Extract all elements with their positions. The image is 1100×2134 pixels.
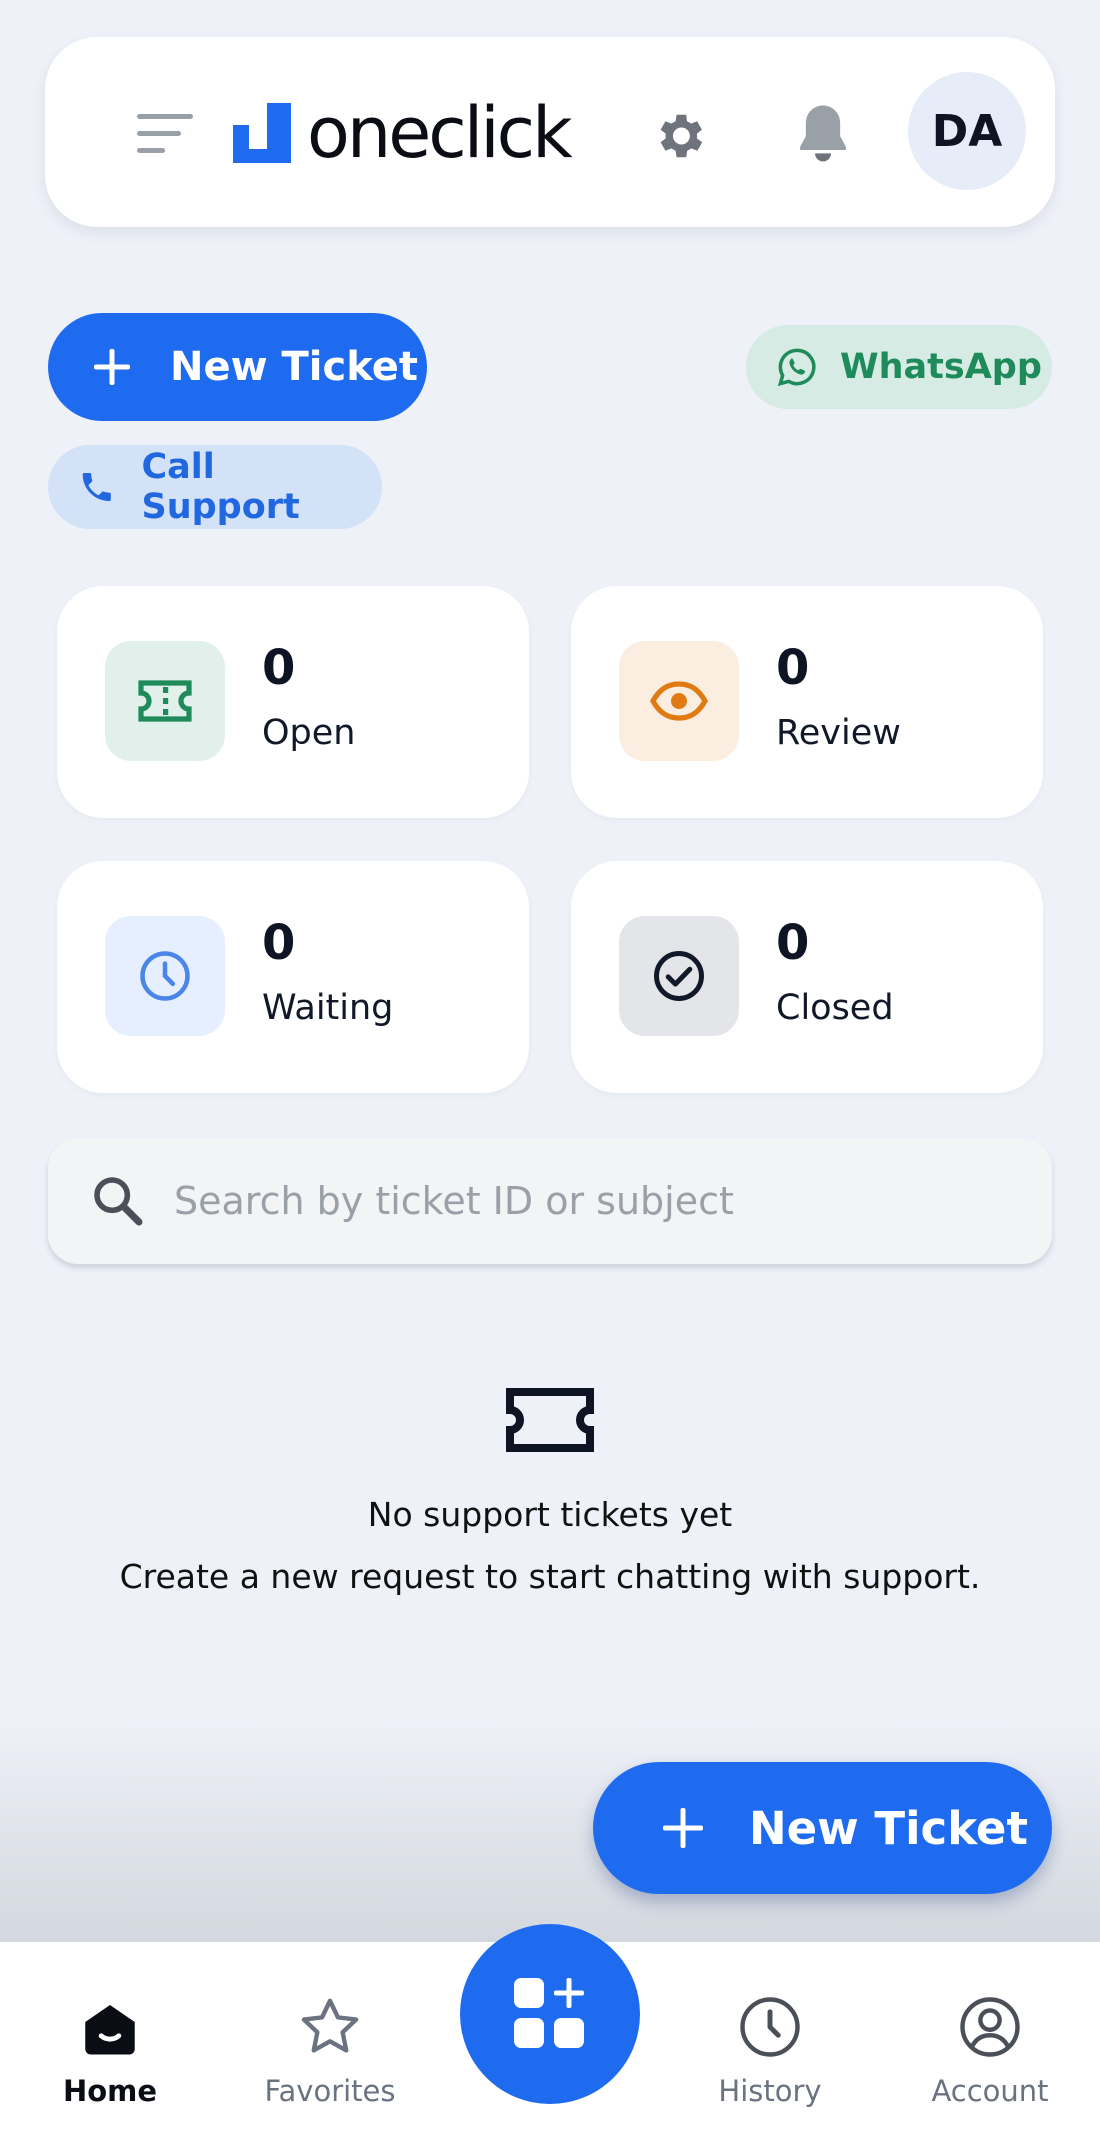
eye-icon — [650, 681, 708, 721]
stat-count-closed: 0 — [776, 915, 810, 971]
whatsapp-icon — [777, 348, 816, 387]
center-action-button[interactable] — [460, 1924, 640, 2104]
phone-icon — [82, 472, 111, 502]
account-icon — [960, 1997, 1020, 2057]
nav-history-label: History — [718, 2074, 822, 2108]
stat-icon-box — [105, 916, 225, 1036]
stat-card-closed[interactable]: 0 Closed — [571, 861, 1043, 1093]
nav-home-label: Home — [62, 2074, 158, 2108]
new-ticket-label: New Ticket — [170, 344, 418, 390]
apps-add-icon — [514, 1978, 584, 2048]
new-ticket-fab[interactable]: New Ticket — [593, 1762, 1052, 1894]
search-icon — [94, 1177, 143, 1226]
avatar[interactable]: DA — [908, 72, 1026, 190]
plus-icon — [94, 349, 130, 385]
stat-label-review: Review — [776, 713, 901, 753]
stat-count-open: 0 — [262, 640, 296, 696]
nav-favorites-label: Favorites — [264, 2074, 396, 2108]
bell-icon[interactable] — [795, 102, 851, 166]
home-icon — [85, 2005, 135, 2055]
empty-state-title: No support tickets yet — [367, 1495, 733, 1534]
call-support-label: Call Support — [141, 447, 300, 527]
search-input[interactable] — [174, 1179, 974, 1223]
fab-label: New Ticket — [749, 1801, 1028, 1855]
check-circle-icon — [654, 951, 704, 1001]
call-support-button[interactable]: Call Support — [48, 445, 382, 529]
nav-account-label: Account — [931, 2074, 1049, 2108]
stat-card-review[interactable]: 0 Review — [571, 586, 1043, 818]
stat-label-closed: Closed — [776, 988, 894, 1028]
stat-icon-box — [619, 641, 739, 761]
stat-label-waiting: Waiting — [262, 988, 394, 1028]
gear-icon[interactable] — [650, 107, 708, 165]
stat-card-waiting[interactable]: 0 Waiting — [57, 861, 529, 1093]
clock-icon — [740, 1997, 800, 2057]
stat-label-open: Open — [262, 713, 356, 753]
menu-icon[interactable] — [137, 112, 193, 156]
app-name: oneclick — [307, 92, 573, 174]
stat-count-waiting: 0 — [262, 915, 296, 971]
search-bar[interactable] — [48, 1138, 1052, 1264]
whatsapp-button[interactable]: WhatsApp — [746, 325, 1052, 409]
nav-history[interactable]: History — [700, 1942, 840, 2134]
clock-icon — [140, 951, 190, 1001]
ticket-icon — [506, 1388, 594, 1452]
whatsapp-label: WhatsApp — [840, 347, 1042, 387]
star-icon — [301, 1998, 359, 2053]
ticket-icon — [138, 680, 192, 722]
logo-mark-icon — [233, 103, 291, 163]
stat-count-review: 0 — [776, 640, 810, 696]
empty-state-subtitle: Create a new request to start chatting w… — [119, 1557, 981, 1596]
stat-icon-box — [619, 916, 739, 1036]
plus-icon — [663, 1808, 703, 1848]
nav-favorites[interactable]: Favorites — [255, 1942, 405, 2134]
nav-account[interactable]: Account — [920, 1942, 1060, 2134]
app-logo: oneclick — [233, 92, 573, 174]
stat-card-open[interactable]: 0 Open — [57, 586, 529, 818]
stat-icon-box — [105, 641, 225, 761]
new-ticket-button[interactable]: New Ticket — [48, 313, 427, 421]
nav-home[interactable]: Home — [40, 1942, 180, 2134]
